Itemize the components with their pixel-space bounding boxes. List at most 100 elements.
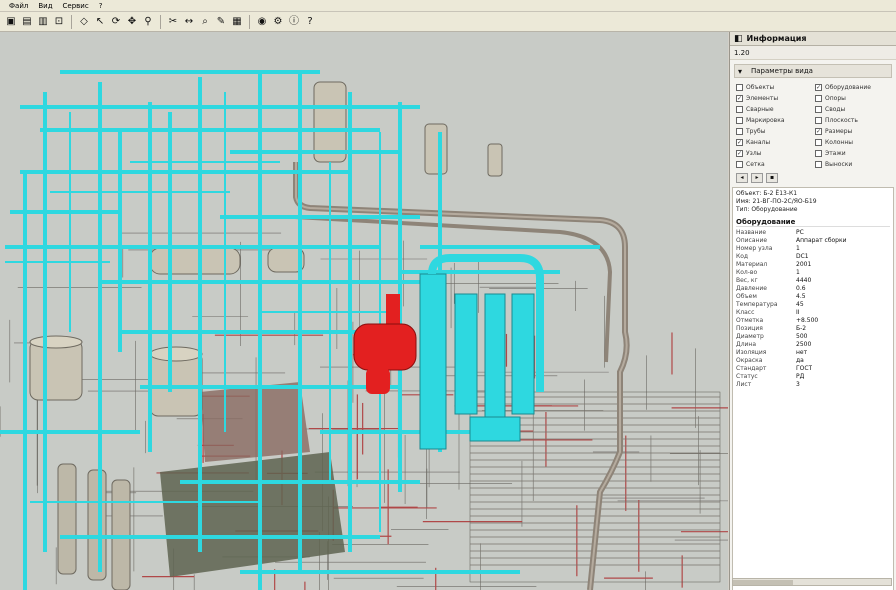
- property-row: Название РС: [736, 229, 890, 237]
- pointer-icon[interactable]: ↖: [93, 15, 107, 29]
- vessel-center: [149, 351, 203, 417]
- print-icon[interactable]: ▥: [36, 15, 50, 29]
- view-params-group[interactable]: ▾ Параметры вида: [734, 64, 892, 78]
- view-checkbox[interactable]: ✓ Элементы: [736, 93, 811, 103]
- checkbox-label: Плоскость: [825, 116, 858, 124]
- rotate-icon[interactable]: ⟳: [109, 15, 123, 29]
- property-key: Описание: [736, 237, 768, 244]
- walk-icon[interactable]: ⚲: [141, 15, 155, 29]
- pan-icon[interactable]: ✥: [125, 15, 139, 29]
- view-checkbox[interactable]: ✓ Каналы: [736, 137, 811, 147]
- checkbox-box[interactable]: ✓: [815, 83, 822, 91]
- view-checkbox[interactable]: Плоскость: [815, 115, 890, 125]
- checkbox-box[interactable]: [736, 83, 743, 91]
- view-checkbox[interactable]: Этажи: [815, 148, 890, 158]
- measure-icon[interactable]: ↔: [182, 15, 196, 29]
- property-key: Давление: [736, 285, 767, 292]
- view-checkbox[interactable]: Трубы: [736, 126, 811, 136]
- view-checkbox[interactable]: Объекты: [736, 82, 811, 92]
- checkbox-label: Сетка: [746, 160, 765, 168]
- vessel-left: [29, 339, 83, 401]
- scrollbar-thumb[interactable]: [733, 580, 793, 585]
- search-icon[interactable]: ⌕: [198, 15, 212, 29]
- property-value: РС: [796, 229, 804, 236]
- property-key: Кол-во: [736, 269, 758, 276]
- checkbox-box[interactable]: [815, 160, 822, 168]
- horizontal-drum: [149, 247, 241, 275]
- checkbox-box[interactable]: ✓: [736, 149, 743, 157]
- checkbox-box[interactable]: ✓: [815, 127, 822, 135]
- property-key: Материал: [736, 261, 768, 268]
- view-checkboxes: Объекты ✓ Оборудование ✓ Элементы Опоры Сварны…: [730, 80, 896, 171]
- view-checkbox[interactable]: Сварные: [736, 104, 811, 114]
- view-checkbox[interactable]: Колонны: [815, 137, 890, 147]
- view-checkbox[interactable]: ✓ Оборудование: [815, 82, 890, 92]
- platform: [200, 382, 310, 462]
- toolbar: ▣ ▤ ▥ ⊡ ◇ ↖ ⟳ ✥ ⚲ ✂ ↔ ⌕ ✎ ▦ ◉ ⚙ ⓘ?: [0, 12, 896, 32]
- menu-bar: Файл Вид Сервис ?: [0, 0, 896, 12]
- property-row: Кол-во 1: [736, 269, 890, 277]
- zoom-extents-icon[interactable]: ⊡: [52, 15, 66, 29]
- select-icon[interactable]: ◇: [77, 15, 91, 29]
- property-value: DC1: [796, 253, 809, 260]
- checkbox-box[interactable]: ✓: [736, 94, 743, 102]
- view-checkbox[interactable]: Сетка: [736, 159, 811, 169]
- header-line-3: Тип: Оборудование: [736, 206, 798, 213]
- all-button[interactable]: ▪: [766, 173, 778, 183]
- apply-button[interactable]: ◂: [736, 173, 748, 183]
- checkbox-label: Элементы: [746, 94, 779, 102]
- checkbox-box[interactable]: [815, 149, 822, 157]
- checkbox-box[interactable]: [815, 138, 822, 146]
- property-value: Б-2: [796, 325, 807, 332]
- property-row: Статус РД: [736, 373, 890, 381]
- view-checkbox[interactable]: ✓ Узлы: [736, 148, 811, 158]
- checkbox-label: Колонны: [825, 138, 854, 146]
- model-scene[interactable]: [0, 32, 728, 590]
- checkbox-box[interactable]: [815, 105, 822, 113]
- property-key: Код: [736, 253, 749, 260]
- checkbox-box[interactable]: [815, 116, 822, 124]
- property-row: Лист 3: [736, 381, 890, 389]
- menu-help[interactable]: ?: [94, 2, 108, 10]
- property-row: Объем 4.5: [736, 293, 890, 301]
- view-checkbox[interactable]: ✓ Размеры: [815, 126, 890, 136]
- cut-plane-icon[interactable]: ✂: [166, 15, 180, 29]
- property-value: +8.500: [796, 317, 819, 324]
- view-checkbox[interactable]: Своды: [815, 104, 890, 114]
- help-icon[interactable]: ?: [303, 15, 317, 29]
- checkbox-box[interactable]: [736, 105, 743, 113]
- panel-subtitle: 1.20: [730, 46, 896, 60]
- info-icon[interactable]: ⓘ: [287, 15, 301, 29]
- property-row: Материал 2001: [736, 261, 890, 269]
- 3d-viewport[interactable]: [0, 32, 728, 590]
- camera-icon[interactable]: ◉: [255, 15, 269, 29]
- checkbox-box[interactable]: [736, 160, 743, 168]
- checkbox-box[interactable]: ✓: [736, 138, 743, 146]
- property-value: 1: [796, 269, 800, 276]
- tank: [57, 463, 77, 575]
- settings-icon[interactable]: ⚙: [271, 15, 285, 29]
- save-icon[interactable]: ▤: [20, 15, 34, 29]
- horizontal-scrollbar[interactable]: [732, 578, 892, 586]
- property-value: 1: [796, 245, 800, 252]
- layers-icon[interactable]: ▦: [230, 15, 244, 29]
- markup-icon[interactable]: ✎: [214, 15, 228, 29]
- view-checkbox[interactable]: Выноски: [815, 159, 890, 169]
- property-key: Лист: [736, 381, 752, 388]
- menu-service[interactable]: Сервис: [58, 2, 94, 10]
- cyan-exchanger-3: [484, 293, 506, 425]
- menu-view[interactable]: Вид: [33, 2, 57, 10]
- vessel-left-top: [29, 335, 83, 349]
- menu-file[interactable]: Файл: [4, 2, 33, 10]
- checkbox-box[interactable]: [736, 116, 743, 124]
- view-checkbox[interactable]: Маркировка: [736, 115, 811, 125]
- header-line-1: Объект: Б-2 Ё13-К1: [736, 190, 798, 197]
- checkbox-box[interactable]: [815, 94, 822, 102]
- property-row: Код DC1: [736, 253, 890, 261]
- reset-button[interactable]: ▸: [751, 173, 763, 183]
- checkbox-box[interactable]: [736, 127, 743, 135]
- open-icon[interactable]: ▣: [4, 15, 18, 29]
- collapse-icon[interactable]: ▾: [738, 67, 742, 76]
- view-checkbox[interactable]: Опоры: [815, 93, 890, 103]
- checkbox-label: Трубы: [746, 127, 766, 135]
